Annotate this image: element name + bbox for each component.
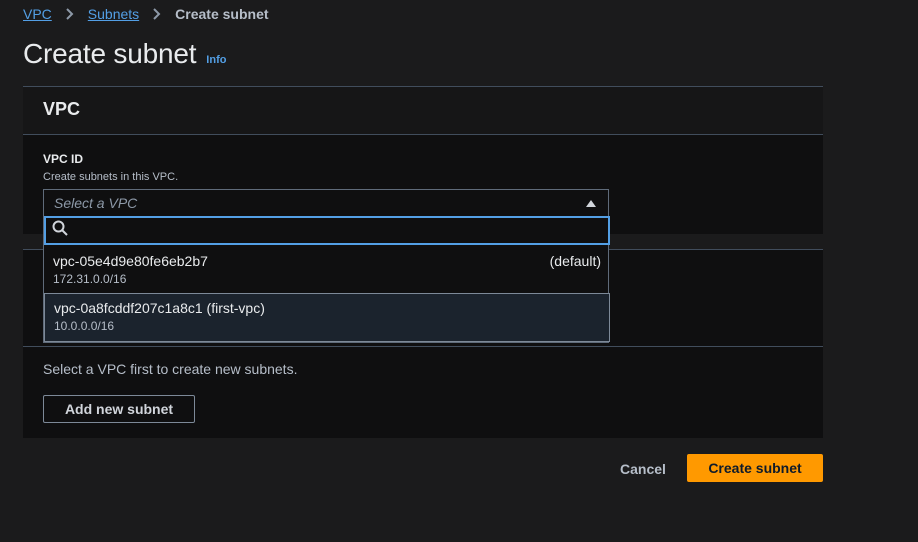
add-new-subnet-button[interactable]: Add new subnet: [43, 395, 195, 423]
vpc-dropdown: vpc-05e4d9e80fe6eb2b7 (default) 172.31.0…: [43, 216, 610, 343]
vpc-option-highlighted[interactable]: vpc-0a8fcddf207c1a8c1 (first-vpc) 10.0.0…: [44, 293, 610, 342]
vpc-search-box[interactable]: [44, 216, 610, 245]
breadcrumb-vpc-link[interactable]: VPC: [23, 6, 52, 22]
chevron-right-icon: [62, 6, 78, 22]
vpc-option-tag: (default): [549, 253, 601, 269]
vpc-id-description: Create subnets in this VPC.: [43, 171, 179, 183]
vpc-panel-heading: VPC: [43, 99, 81, 119]
vpc-option-cidr: 10.0.0.0/16: [54, 319, 115, 333]
vpc-select-placeholder: Select a VPC: [54, 195, 138, 211]
vpc-option-id: vpc-05e4d9e80fe6eb2b7: [53, 253, 208, 269]
vpc-option[interactable]: vpc-05e4d9e80fe6eb2b7 (default) 172.31.0…: [44, 247, 610, 295]
chevron-right-icon: [149, 6, 165, 22]
panel-divider: [23, 346, 823, 347]
cancel-button[interactable]: Cancel: [608, 455, 678, 483]
breadcrumb: VPC Subnets Create subnet: [23, 5, 269, 23]
info-link[interactable]: Info: [206, 54, 226, 66]
create-subnet-button[interactable]: Create subnet: [687, 454, 823, 482]
page-header: Create subnet Info: [23, 38, 226, 70]
breadcrumb-current: Create subnet: [175, 6, 269, 22]
vpc-option-id: vpc-0a8fcddf207c1a8c1 (first-vpc): [54, 300, 265, 316]
search-icon: [52, 220, 68, 241]
vpc-select[interactable]: Select a VPC: [43, 189, 609, 217]
caret-up-icon: [586, 199, 596, 207]
vpc-search-input[interactable]: [74, 222, 602, 239]
empty-state-text: Select a VPC first to create new subnets…: [43, 361, 298, 377]
vpc-panel-header: VPC: [23, 87, 823, 135]
vpc-option-cidr: 172.31.0.0/16: [53, 272, 127, 286]
vpc-id-label: VPC ID: [43, 152, 84, 166]
breadcrumb-subnets-link[interactable]: Subnets: [88, 6, 139, 22]
page-title: Create subnet: [23, 38, 197, 69]
